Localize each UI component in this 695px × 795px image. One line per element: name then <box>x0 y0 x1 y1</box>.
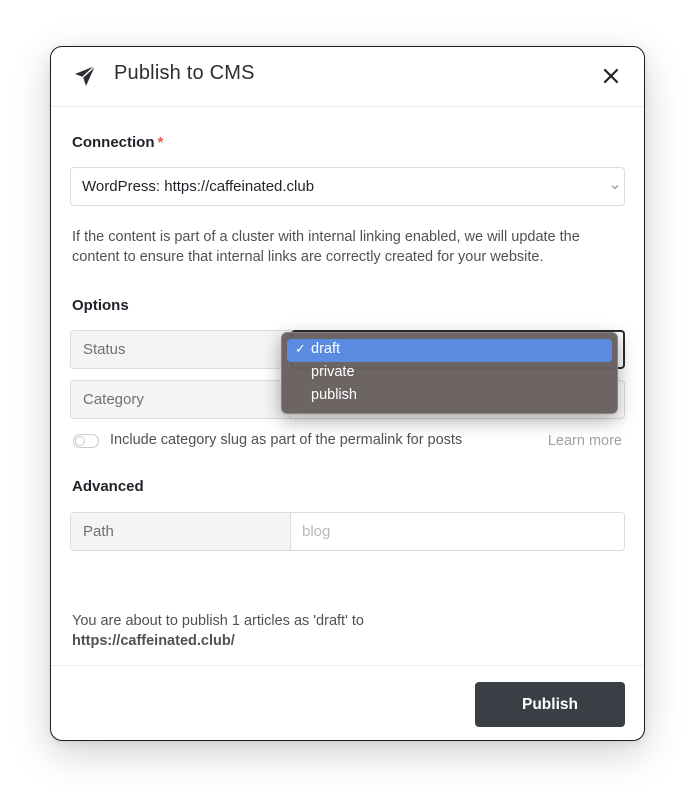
dialog-footer: Publish <box>51 665 644 741</box>
required-mark: * <box>157 134 164 151</box>
status-option-label: publish <box>311 387 357 403</box>
category-slug-toggle-label: Include category slug as part of the per… <box>110 432 463 448</box>
dialog-header: Publish to CMS <box>51 47 644 107</box>
publish-button[interactable]: Publish <box>475 682 625 727</box>
path-input[interactable]: blog <box>291 513 624 550</box>
status-option-private[interactable]: private <box>287 362 612 385</box>
toggle-knob <box>75 436 85 446</box>
status-label: Status <box>71 331 291 368</box>
status-dropdown-menu: ✓ draft private publish <box>281 332 618 414</box>
connection-select-value: WordPress: https://caffeinated.club <box>82 178 315 195</box>
publish-dialog: Publish to CMS Connection * WordPress: ht… <box>50 46 645 741</box>
publish-summary: You are about to publish 1 articles as '… <box>72 611 364 651</box>
path-label: Path <box>71 513 291 550</box>
summary-url: https://caffeinated.club/ <box>72 633 235 649</box>
paper-plane-icon <box>73 64 97 88</box>
status-option-label: draft <box>311 341 341 357</box>
status-option-draft[interactable]: ✓ draft <box>287 339 612 362</box>
status-option-publish[interactable]: publish <box>287 385 612 408</box>
chevron-down-icon <box>611 185 619 190</box>
connection-help-text: If the content is part of a cluster with… <box>72 229 580 265</box>
dialog-title: Publish to CMS <box>114 62 255 84</box>
category-label: Category <box>71 381 291 418</box>
close-icon[interactable] <box>600 65 622 87</box>
path-field[interactable]: Path blog <box>70 512 625 551</box>
options-label: Options <box>72 297 129 314</box>
check-icon: ✓ <box>295 341 306 356</box>
status-option-label: private <box>311 364 355 380</box>
connection-select[interactable]: WordPress: https://caffeinated.club <box>70 167 625 206</box>
connection-label: Connection * <box>72 134 163 151</box>
connection-label-text: Connection <box>72 134 155 151</box>
summary-text: You are about to publish 1 articles as '… <box>72 613 364 629</box>
advanced-label: Advanced <box>72 478 144 495</box>
category-slug-toggle[interactable] <box>73 434 99 448</box>
learn-more-link[interactable]: Learn more <box>548 433 622 449</box>
